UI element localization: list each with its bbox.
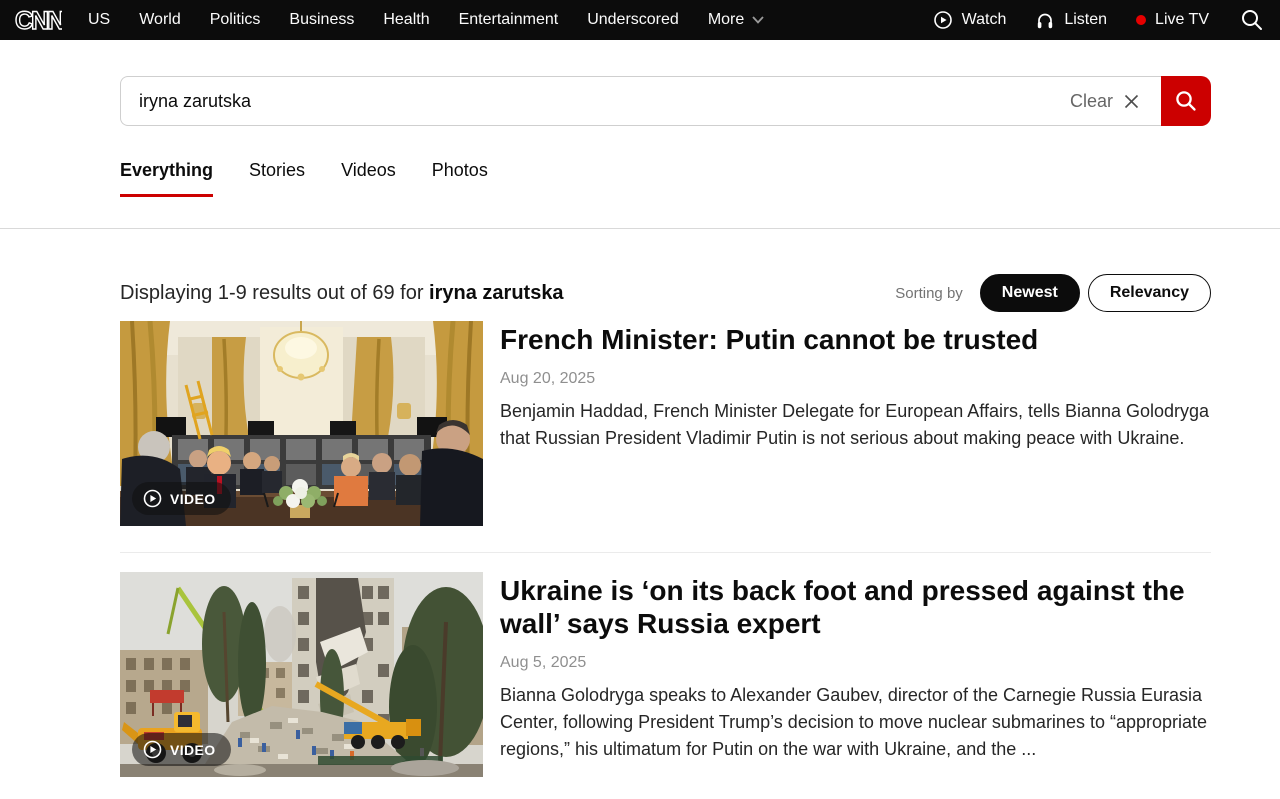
result-2-thumbnail[interactable]: VIDEO <box>120 572 483 777</box>
result-item-2: VIDEO Ukraine is ‘on its back foot and p… <box>120 572 1211 777</box>
tab-videos[interactable]: Videos <box>341 160 396 197</box>
nav-item-politics[interactable]: Politics <box>210 11 261 29</box>
live-tv-label: Live TV <box>1155 11 1209 29</box>
play-circle-icon <box>143 489 162 508</box>
results-section: Displaying 1-9 results out of 69 for iry… <box>120 274 1211 777</box>
nav-search-button[interactable] <box>1240 8 1264 32</box>
submit-search-button[interactable] <box>1161 76 1211 126</box>
sort-newest-button[interactable]: Newest <box>980 274 1080 312</box>
result-2-content: Ukraine is ‘on its back foot and pressed… <box>500 572 1211 777</box>
tab-photos[interactable]: Photos <box>432 160 488 197</box>
nav-more-button[interactable]: More <box>708 11 764 29</box>
search-input[interactable] <box>139 91 1066 112</box>
x-icon <box>1124 94 1139 109</box>
nav-item-health[interactable]: Health <box>383 11 429 29</box>
nav-item-us[interactable]: US <box>88 11 110 29</box>
result-1-content: French Minister: Putin cannot be trusted… <box>500 321 1211 526</box>
video-badge-label: VIDEO <box>170 491 216 507</box>
tab-stories[interactable]: Stories <box>249 160 305 197</box>
nav-item-underscored[interactable]: Underscored <box>587 11 679 29</box>
result-1-date: Aug 20, 2025 <box>500 370 1211 388</box>
results-header: Displaying 1-9 results out of 69 for iry… <box>120 274 1211 312</box>
sorting-by-label: Sorting by <box>895 285 963 302</box>
search-tabs: Everything Stories Videos Photos <box>120 160 1211 197</box>
video-badge: VIDEO <box>132 733 231 766</box>
nav-right: Watch Listen Live TV <box>933 8 1264 32</box>
tabs-divider <box>0 228 1280 229</box>
result-divider <box>120 552 1211 553</box>
result-2-title[interactable]: Ukraine is ‘on its back foot and pressed… <box>500 574 1211 640</box>
live-tv-button[interactable]: Live TV <box>1136 11 1209 29</box>
results-summary-prefix: Displaying 1-9 results out of 69 for <box>120 282 429 304</box>
cnn-logo[interactable]: CNN <box>14 5 62 35</box>
watch-label: Watch <box>962 11 1007 29</box>
result-1-description: Benjamin Haddad, French Minister Delegat… <box>500 398 1211 452</box>
results-summary-query: iryna zarutska <box>429 282 564 304</box>
nav-item-world[interactable]: World <box>139 11 181 29</box>
top-nav: CNN US World Politics Business Health En… <box>0 0 1280 40</box>
play-circle-icon <box>143 740 162 759</box>
nav-menu: US World Politics Business Health Entert… <box>88 11 764 29</box>
sorting-controls: Sorting by Newest Relevancy <box>895 274 1211 312</box>
clear-label: Clear <box>1070 91 1113 112</box>
live-dot-icon <box>1136 15 1146 25</box>
chevron-down-icon <box>752 16 764 24</box>
result-item-1: VIDEO French Minister: Putin cannot be t… <box>120 321 1211 526</box>
play-circle-icon <box>933 10 953 30</box>
watch-button[interactable]: Watch <box>933 10 1007 30</box>
video-badge-label: VIDEO <box>170 742 216 758</box>
video-badge: VIDEO <box>132 482 231 515</box>
listen-button[interactable]: Listen <box>1035 10 1107 30</box>
cnn-logo-icon: CNN <box>14 5 62 35</box>
listen-label: Listen <box>1064 11 1107 29</box>
tab-everything[interactable]: Everything <box>120 160 213 197</box>
headphones-icon <box>1035 10 1055 30</box>
search-input-wrap: Clear <box>120 76 1161 126</box>
nav-item-entertainment[interactable]: Entertainment <box>459 11 559 29</box>
result-2-date: Aug 5, 2025 <box>500 654 1211 672</box>
clear-search-button[interactable]: Clear <box>1066 91 1143 112</box>
sort-relevancy-button[interactable]: Relevancy <box>1088 274 1211 312</box>
search-bar: Clear <box>120 76 1211 126</box>
svg-text:CNN: CNN <box>15 7 62 35</box>
nav-more-label: More <box>708 11 744 29</box>
results-summary: Displaying 1-9 results out of 69 for iry… <box>120 282 564 305</box>
search-icon <box>1174 89 1198 113</box>
result-1-thumbnail[interactable]: VIDEO <box>120 321 483 526</box>
nav-item-business[interactable]: Business <box>289 11 354 29</box>
search-icon <box>1240 8 1264 32</box>
result-2-description: Bianna Golodryga speaks to Alexander Gau… <box>500 682 1211 763</box>
result-1-title[interactable]: French Minister: Putin cannot be trusted <box>500 323 1211 356</box>
